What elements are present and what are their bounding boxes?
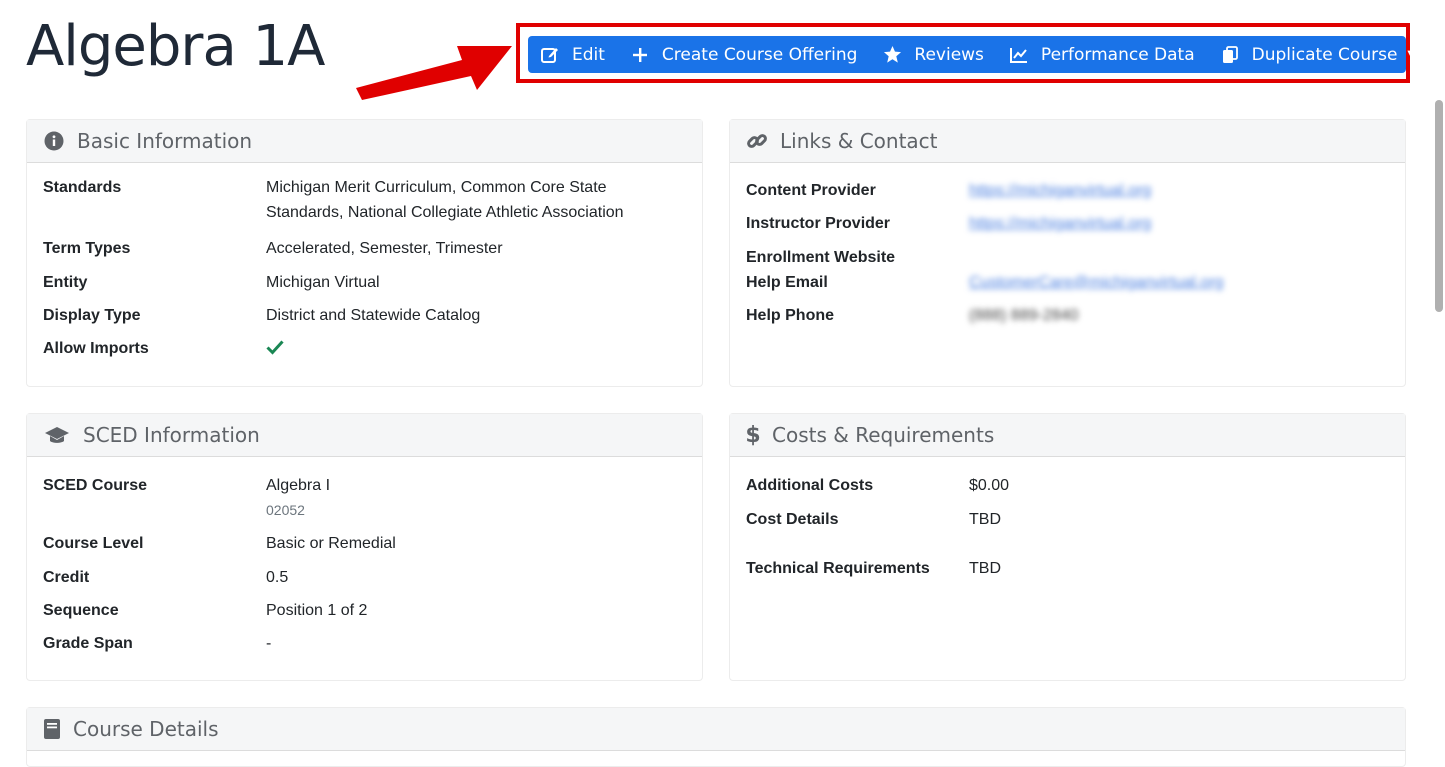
course-details-card: Course Details xyxy=(26,707,1406,767)
basic-information-header: Basic Information xyxy=(27,120,702,163)
performance-data-label: Performance Data xyxy=(1040,44,1195,65)
additional-costs-label: Additional Costs xyxy=(746,477,874,494)
check-icon xyxy=(266,338,284,363)
help-email-label: Help Email xyxy=(746,274,828,291)
help-phone-value: (888) 889-2840 xyxy=(969,307,1079,324)
credit-label: Credit xyxy=(43,569,90,586)
help-phone-label: Help Phone xyxy=(746,307,835,324)
sced-course-label: SCED Course xyxy=(43,477,148,494)
content-provider-label: Content Provider xyxy=(746,182,876,199)
content-provider-link[interactable]: https://michiganvirtual.org xyxy=(969,178,1151,203)
course-details-header: Course Details xyxy=(27,708,1405,751)
red-arrow-annotation xyxy=(356,46,512,100)
book-icon xyxy=(43,718,61,740)
standards-label: Standards xyxy=(43,179,122,196)
basic-information-title: Basic Information xyxy=(77,129,253,153)
instructor-provider-link[interactable]: https://michiganvirtual.org xyxy=(969,211,1151,236)
edit-button[interactable]: Edit xyxy=(540,45,605,65)
basic-information-card: Basic Information Standards Michigan Mer… xyxy=(26,119,703,387)
technical-requirements-value: TBD xyxy=(969,560,1001,577)
display-type-value: District and Statewide Catalog xyxy=(266,307,481,324)
reviews-button[interactable]: Reviews xyxy=(882,45,984,65)
enrollment-website-label: Enrollment Website xyxy=(746,249,896,266)
allow-imports-label: Allow Imports xyxy=(43,340,149,357)
grade-span-value: - xyxy=(266,635,272,652)
entity-label: Entity xyxy=(43,274,88,291)
info-circle-icon xyxy=(43,130,65,152)
star-icon xyxy=(882,45,902,65)
standards-value-line2: Standards, National Collegiate Athletic … xyxy=(266,204,624,221)
cost-details-label: Cost Details xyxy=(746,511,839,528)
sced-course-value: Algebra I xyxy=(266,477,331,494)
links-contact-header: Links & Contact xyxy=(730,120,1405,163)
caret-down-icon: ▼ xyxy=(1407,49,1416,60)
create-course-offering-button[interactable]: Create Course Offering xyxy=(630,45,857,65)
course-details-title: Course Details xyxy=(73,717,219,741)
entity-value: Michigan Virtual xyxy=(266,274,380,291)
links-contact-title: Links & Contact xyxy=(780,129,938,153)
standards-value-line1: Michigan Merit Curriculum, Common Core S… xyxy=(266,179,607,196)
performance-data-button[interactable]: Performance Data xyxy=(1009,45,1195,65)
page-title: Algebra 1A xyxy=(26,14,325,79)
costs-requirements-header: $ Costs & Requirements xyxy=(730,414,1405,457)
credit-value: 0.5 xyxy=(266,569,289,586)
instructor-provider-label: Instructor Provider xyxy=(746,215,891,232)
action-toolbar: Edit Create Course Offering Reviews Perf… xyxy=(528,36,1415,73)
additional-costs-value: $0.00 xyxy=(969,477,1010,494)
sced-course-code: 02052 xyxy=(266,502,305,518)
display-type-label: Display Type xyxy=(43,307,141,324)
edit-label: Edit xyxy=(572,44,605,65)
term-types-label: Term Types xyxy=(43,240,131,257)
reviews-label: Reviews xyxy=(914,44,984,65)
grade-span-label: Grade Span xyxy=(43,635,133,652)
course-level-label: Course Level xyxy=(43,535,144,552)
scrollbar[interactable] xyxy=(1435,100,1443,312)
copy-icon xyxy=(1220,45,1240,65)
plus-icon xyxy=(630,45,650,65)
help-email-link[interactable]: CustomerCare@michiganvirtual.org xyxy=(969,270,1224,295)
term-types-value: Accelerated, Semester, Trimester xyxy=(266,240,503,257)
line-chart-icon xyxy=(1009,45,1029,65)
graduation-cap-icon xyxy=(43,424,71,446)
link-icon xyxy=(746,130,768,152)
course-level-value: Basic or Remedial xyxy=(266,535,396,552)
sced-information-title: SCED Information xyxy=(83,423,260,447)
technical-requirements-label: Technical Requirements xyxy=(746,560,930,577)
sequence-value: Position 1 of 2 xyxy=(266,602,368,619)
create-course-offering-label: Create Course Offering xyxy=(661,44,858,65)
duplicate-course-button[interactable]: Duplicate Course ▼ xyxy=(1220,45,1415,65)
sequence-label: Sequence xyxy=(43,602,119,619)
sced-information-card: SCED Information SCED Course Algebra I 0… xyxy=(26,413,703,681)
duplicate-course-label: Duplicate Course xyxy=(1251,44,1398,65)
cost-details-value: TBD xyxy=(969,511,1001,528)
sced-information-header: SCED Information xyxy=(27,414,702,457)
edit-icon xyxy=(540,45,560,65)
costs-requirements-card: $ Costs & Requirements Additional Costs … xyxy=(729,413,1406,681)
costs-requirements-title: Costs & Requirements xyxy=(772,423,995,447)
links-contact-card: Links & Contact Content Provider https:/… xyxy=(729,119,1406,387)
dollar-icon: $ xyxy=(745,422,761,448)
